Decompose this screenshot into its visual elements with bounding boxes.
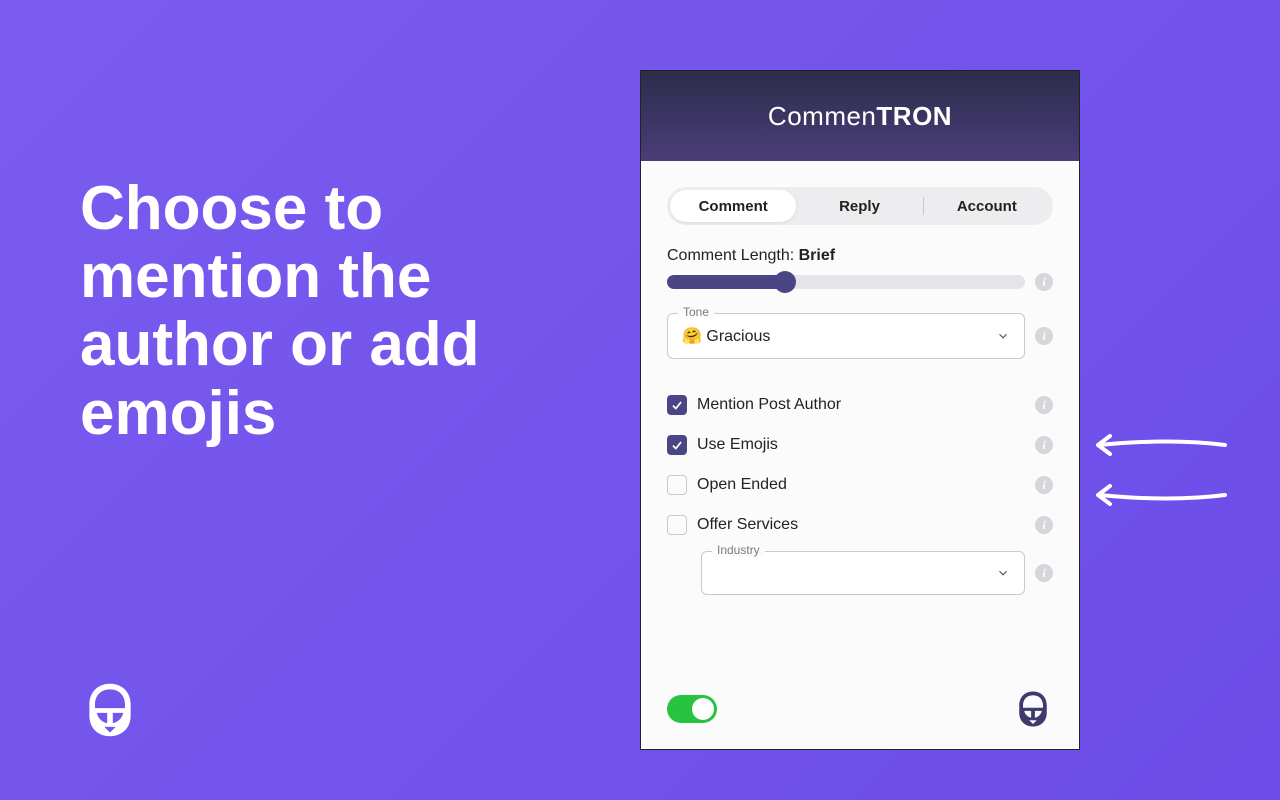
brand-mask-icon	[1013, 689, 1053, 729]
length-value: Brief	[799, 247, 835, 264]
label-mention-author: Mention Post Author	[697, 396, 1025, 414]
callout-arrow-icon	[1090, 480, 1230, 510]
brand-mask-icon	[80, 680, 140, 740]
info-icon[interactable]: i	[1035, 564, 1053, 582]
info-icon[interactable]: i	[1035, 436, 1053, 454]
tone-value: 🤗 Gracious	[682, 326, 770, 346]
option-offer-services: Offer Services i	[667, 505, 1053, 545]
app-title-suffix: TRON	[876, 101, 952, 132]
enable-toggle[interactable]	[667, 695, 717, 723]
panel-body: Comment Reply Account Comment Length: Br…	[641, 161, 1079, 749]
app-title-prefix: Commen	[768, 101, 876, 132]
tabs: Comment Reply Account	[667, 187, 1053, 225]
checkbox-mention-author[interactable]	[667, 395, 687, 415]
industry-legend: Industry	[712, 543, 765, 557]
label-offer-services: Offer Services	[697, 516, 1025, 534]
tab-comment[interactable]: Comment	[670, 190, 796, 222]
option-use-emojis: Use Emojis i	[667, 425, 1053, 465]
industry-select[interactable]: Industry	[701, 551, 1025, 595]
chevron-down-icon	[996, 566, 1010, 580]
extension-panel: CommenTRON Comment Reply Account Comment…	[640, 70, 1080, 750]
chevron-down-icon	[996, 329, 1010, 343]
length-label-text: Comment Length:	[667, 247, 799, 264]
option-open-ended: Open Ended i	[667, 465, 1053, 505]
info-icon[interactable]: i	[1035, 476, 1053, 494]
slider-thumb[interactable]	[774, 271, 796, 293]
tab-account[interactable]: Account	[924, 190, 1050, 222]
label-open-ended: Open Ended	[697, 476, 1025, 494]
option-mention-author: Mention Post Author i	[667, 385, 1053, 425]
info-icon[interactable]: i	[1035, 516, 1053, 534]
marketing-headline: Choose to mention the author or add emoj…	[80, 175, 560, 448]
checkbox-offer-services[interactable]	[667, 515, 687, 535]
toggle-thumb	[692, 698, 714, 720]
checkbox-use-emojis[interactable]	[667, 435, 687, 455]
length-slider[interactable]	[667, 275, 1025, 289]
callout-arrow-icon	[1090, 430, 1230, 460]
info-icon[interactable]: i	[1035, 273, 1053, 291]
label-use-emojis: Use Emojis	[697, 436, 1025, 454]
tone-select[interactable]: Tone 🤗 Gracious	[667, 313, 1025, 359]
panel-footer	[667, 669, 1053, 729]
checkbox-open-ended[interactable]	[667, 475, 687, 495]
panel-header: CommenTRON	[641, 71, 1079, 161]
info-icon[interactable]: i	[1035, 327, 1053, 345]
comment-length-label: Comment Length: Brief	[667, 247, 1053, 265]
tab-reply[interactable]: Reply	[796, 190, 922, 222]
tone-legend: Tone	[678, 305, 714, 319]
info-icon[interactable]: i	[1035, 396, 1053, 414]
